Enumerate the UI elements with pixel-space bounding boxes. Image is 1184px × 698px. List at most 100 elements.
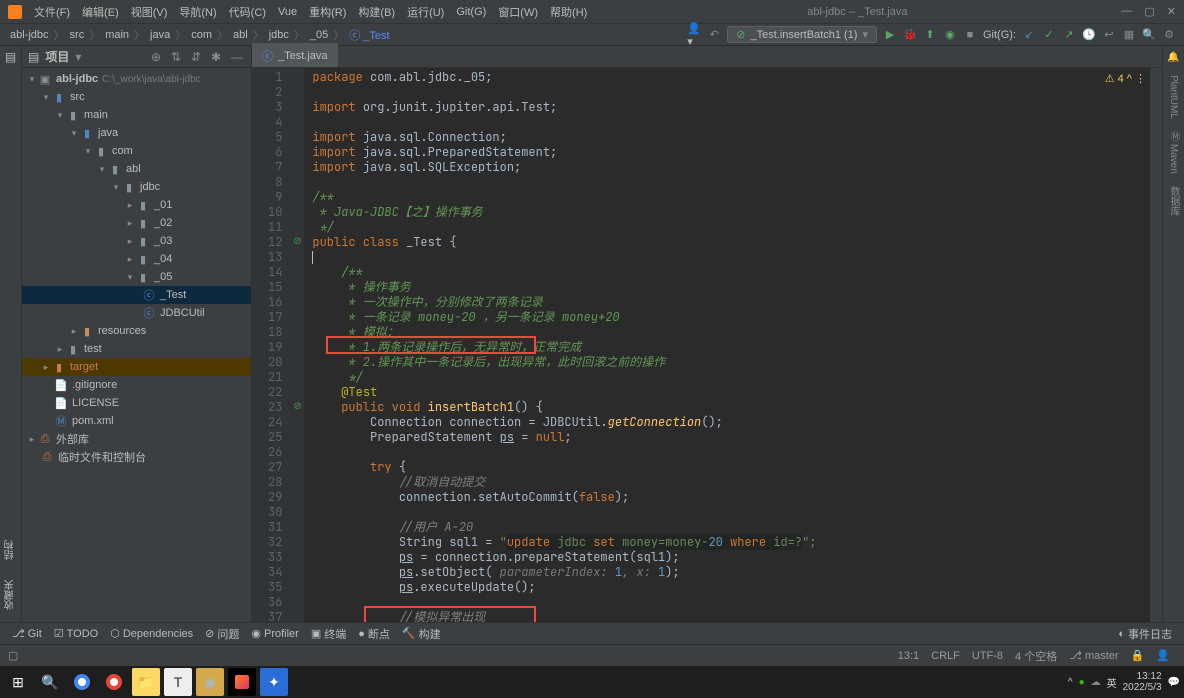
caret-position[interactable]: 13:1: [892, 650, 925, 662]
notification-center-icon[interactable]: 💬: [1168, 677, 1180, 688]
tree-jdbc[interactable]: ▾▮jdbc: [22, 178, 251, 196]
project-tool-icon[interactable]: ▤: [5, 50, 16, 64]
tray-up-icon[interactable]: ^: [1068, 677, 1073, 688]
settings-icon[interactable]: ⚙: [1162, 28, 1176, 42]
crumb-class[interactable]: ⓒ _Test: [347, 27, 391, 43]
notifications-icon[interactable]: 🔔: [1167, 52, 1179, 63]
tree-p05[interactable]: ▾▮_05: [22, 268, 251, 286]
favorites-tab[interactable]: 收藏夹: [3, 574, 18, 616]
menu-run[interactable]: 运行(U): [401, 4, 450, 20]
select-opened-icon[interactable]: ⊕: [151, 50, 165, 64]
clock-date[interactable]: 2022/5/3: [1123, 682, 1162, 693]
run-gutter-class[interactable]: ⊘: [290, 235, 304, 250]
crumb-abl[interactable]: abl: [231, 29, 250, 41]
menu-edit[interactable]: 编辑(E): [76, 4, 125, 20]
tree-p02[interactable]: ▸▮_02: [22, 214, 251, 232]
git-update-icon[interactable]: ↙: [1022, 28, 1036, 42]
eventlog-toolwindow[interactable]: ◐ 事件日志: [1112, 626, 1178, 642]
run-gutter-method[interactable]: ⊘: [290, 400, 304, 415]
tree-license[interactable]: 📄LICENSE: [22, 394, 251, 412]
clock-time[interactable]: 13:12: [1123, 671, 1162, 682]
minimize-icon[interactable]: ―: [1121, 5, 1132, 18]
app2-icon[interactable]: ✦: [260, 668, 288, 696]
crumb-src[interactable]: src: [68, 29, 87, 41]
stop-icon[interactable]: ■: [963, 28, 977, 42]
tree-external[interactable]: ▸⎙外部库: [22, 430, 251, 448]
hide-icon[interactable]: —: [231, 50, 245, 64]
onedrive-tray-icon[interactable]: ☁: [1091, 677, 1101, 688]
tree-p03[interactable]: ▸▮_03: [22, 232, 251, 250]
crumb-main[interactable]: main: [103, 29, 131, 41]
back-icon[interactable]: ↶: [707, 28, 721, 42]
crumb-com[interactable]: com: [189, 29, 214, 41]
inspections-badge[interactable]: ⚠ 4 ^ ⋮: [1105, 72, 1146, 85]
tree-scratch[interactable]: ⎙临时文件和控制台: [22, 448, 251, 466]
project-tree[interactable]: ▾▣abl-jdbcC:\_work\java\abl-jdbc ▾▮src ▾…: [22, 68, 251, 622]
menu-view[interactable]: 视图(V): [125, 4, 174, 20]
tree-target[interactable]: ▸▮target: [22, 358, 251, 376]
ime-indicator[interactable]: 英: [1107, 675, 1117, 690]
typora-icon[interactable]: T: [164, 668, 192, 696]
start-icon[interactable]: ⊞: [4, 668, 32, 696]
tree-test-file[interactable]: ⓒ_Test: [22, 286, 251, 304]
git-branch[interactable]: ⎇ master: [1063, 649, 1124, 662]
project-dropdown-icon[interactable]: ▤: [28, 50, 39, 64]
intellij-taskbar-icon[interactable]: [228, 668, 256, 696]
build-toolwindow[interactable]: 🔨 构建: [396, 626, 447, 642]
line-separator[interactable]: CRLF: [925, 650, 966, 662]
crumb-jdbc[interactable]: jdbc: [267, 29, 291, 41]
breakpoints-toolwindow[interactable]: ● 断点: [352, 626, 396, 642]
search-taskbar-icon[interactable]: 🔍: [36, 668, 64, 696]
tree-main[interactable]: ▾▮main: [22, 106, 251, 124]
tree-java[interactable]: ▾▮java: [22, 124, 251, 142]
coverage-icon[interactable]: ⬆: [923, 28, 937, 42]
structure-icon[interactable]: ▦: [1122, 28, 1136, 42]
close-icon[interactable]: ✕: [1167, 5, 1176, 18]
git-push-icon[interactable]: ↗: [1062, 28, 1076, 42]
debug-icon[interactable]: 🐞: [903, 28, 917, 42]
menu-git[interactable]: Git(G): [450, 6, 492, 18]
expand-all-icon[interactable]: ⇅: [171, 50, 185, 64]
run-config-selector[interactable]: ⊘ _Test.insertBatch1 (1) ▾: [727, 26, 877, 43]
git-history-icon[interactable]: 🕓: [1082, 28, 1096, 42]
crumb-project[interactable]: abl-jdbc: [8, 29, 51, 41]
editor-scrollbar[interactable]: [1150, 68, 1162, 622]
database-tab[interactable]: 数据库: [1166, 186, 1181, 216]
lock-icon[interactable]: 🔒: [1125, 649, 1151, 662]
memory-icon[interactable]: 👤: [1150, 649, 1176, 662]
chrome-icon[interactable]: [68, 668, 96, 696]
profiler-toolwindow[interactable]: ◉ Profiler: [245, 627, 304, 640]
user-icon[interactable]: 👤▾: [687, 28, 701, 42]
menu-file[interactable]: 文件(F): [28, 4, 76, 20]
menu-window[interactable]: 窗口(W): [492, 4, 544, 20]
tree-test[interactable]: ▸▮test: [22, 340, 251, 358]
tree-pom[interactable]: Ⓜpom.xml: [22, 412, 251, 430]
git-revert-icon[interactable]: ↩: [1102, 28, 1116, 42]
deps-toolwindow[interactable]: ⬡ Dependencies: [104, 627, 199, 640]
tool-window-toggle-icon[interactable]: ▢: [8, 649, 18, 662]
code-content[interactable]: package com.abl.jdbc._05; import org.jun…: [304, 68, 1162, 622]
structure-tab[interactable]: 结构: [3, 534, 18, 566]
tree-com[interactable]: ▾▮com: [22, 142, 251, 160]
maximize-icon[interactable]: ▢: [1144, 5, 1154, 18]
tree-gitignore[interactable]: 📄.gitignore: [22, 376, 251, 394]
tree-resources[interactable]: ▸▮resources: [22, 322, 251, 340]
profile-icon[interactable]: ◉: [943, 28, 957, 42]
tree-p01[interactable]: ▸▮_01: [22, 196, 251, 214]
problems-toolwindow[interactable]: ⊘ 问题: [199, 626, 245, 642]
menu-navigate[interactable]: 导航(N): [173, 4, 222, 20]
tab-test-java[interactable]: ⓒ _Test.java: [252, 43, 338, 67]
encoding[interactable]: UTF-8: [966, 650, 1009, 662]
tree-p04[interactable]: ▸▮_04: [22, 250, 251, 268]
run-icon[interactable]: ▶: [883, 28, 897, 42]
crumb-java[interactable]: java: [148, 29, 172, 41]
menu-refactor[interactable]: 重构(R): [303, 4, 352, 20]
tree-util-file[interactable]: ⓒJDBCUtil: [22, 304, 251, 322]
menu-help[interactable]: 帮助(H): [544, 4, 593, 20]
search-icon[interactable]: 🔍: [1142, 28, 1156, 42]
app1-icon[interactable]: ◉: [196, 668, 224, 696]
tree-src[interactable]: ▾▮src: [22, 88, 251, 106]
menu-build[interactable]: 构建(B): [352, 4, 401, 20]
terminal-toolwindow[interactable]: ▣ 终端: [305, 626, 352, 642]
maven-tab[interactable]: Ⓜ Maven: [1166, 131, 1181, 174]
